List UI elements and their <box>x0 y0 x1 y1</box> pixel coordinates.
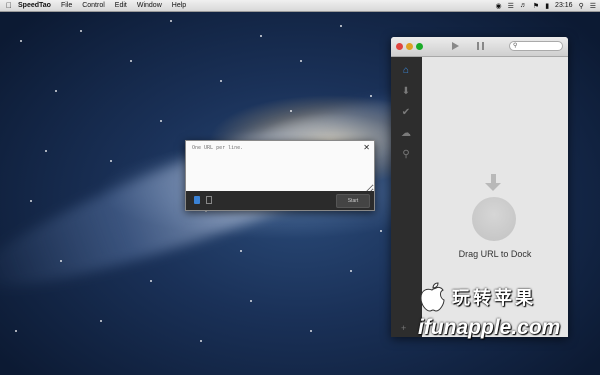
star <box>130 60 132 62</box>
star <box>45 150 47 152</box>
pause-icon[interactable] <box>477 42 484 50</box>
star <box>300 60 302 62</box>
titlebar: ⚲ <box>391 37 568 57</box>
star <box>60 260 62 262</box>
star <box>250 300 252 302</box>
apple-icon[interactable]:  <box>0 1 18 10</box>
checkmark-icon[interactable]: ✔ <box>400 107 412 119</box>
app-status-icon[interactable]: ◉ <box>496 2 502 10</box>
home-icon[interactable]: ⌂ <box>400 65 412 77</box>
close-window-button[interactable] <box>396 43 403 50</box>
star <box>110 160 112 162</box>
zoom-window-button[interactable] <box>416 43 423 50</box>
menubar:  SpeedTao File Control Edit Window Help… <box>0 0 600 12</box>
search-icon[interactable]: ⚲ <box>400 149 412 161</box>
star <box>20 40 22 42</box>
file-icon[interactable] <box>194 196 200 204</box>
app-menu[interactable]: SpeedTao <box>18 2 51 9</box>
search-input[interactable]: ⚲ <box>509 41 563 51</box>
star <box>150 280 152 282</box>
clock[interactable]: 23:16 <box>555 2 573 9</box>
dock-globe-icon <box>472 197 516 241</box>
star <box>340 25 342 27</box>
dialog-toolbar: Start <box>186 191 374 210</box>
watermark-chinese: 玩转苹果 <box>452 288 536 308</box>
menu-edit[interactable]: Edit <box>115 2 127 9</box>
menu-control[interactable]: Control <box>82 2 105 9</box>
star <box>310 330 312 332</box>
star <box>200 340 202 342</box>
status-area: ◉ ☰ ♬ ⚑ ▮ 23:16 ⚲ ☰ <box>496 0 596 11</box>
star <box>15 330 17 332</box>
star <box>220 80 222 82</box>
star <box>30 200 32 202</box>
watermark-apple-logo <box>420 282 445 312</box>
play-icon[interactable] <box>452 42 459 50</box>
battery-icon[interactable]: ▮ <box>545 2 549 10</box>
star <box>160 120 162 122</box>
watermark-url: ifunapple.com <box>418 316 561 339</box>
url-input[interactable] <box>186 141 374 193</box>
menu-window[interactable]: Window <box>137 2 162 9</box>
url-dialog: ✕ Start <box>185 140 375 211</box>
volume-icon[interactable]: ♬ <box>520 2 527 9</box>
star <box>100 320 102 322</box>
cloud-icon[interactable]: ☁ <box>400 128 412 140</box>
wifi-icon[interactable]: ☰ <box>508 2 514 10</box>
download-arrow-icon <box>485 174 501 191</box>
close-icon[interactable]: ✕ <box>363 143 370 152</box>
minimize-window-button[interactable] <box>406 43 413 50</box>
star <box>240 250 242 252</box>
menu-help[interactable]: Help <box>172 2 186 9</box>
menu-file[interactable]: File <box>61 2 72 9</box>
trash-icon[interactable] <box>206 196 212 204</box>
download-icon[interactable]: ⬇ <box>400 86 412 98</box>
add-icon[interactable]: + <box>401 323 406 333</box>
star <box>80 30 82 32</box>
star <box>290 110 292 112</box>
drop-label: Drag URL to Dock <box>458 249 532 259</box>
star <box>370 95 372 97</box>
star <box>260 35 262 37</box>
star <box>170 20 172 22</box>
list-icon[interactable]: ☰ <box>590 2 596 10</box>
star <box>55 90 57 92</box>
star <box>350 270 352 272</box>
star <box>380 230 382 232</box>
flag-icon[interactable]: ⚑ <box>533 2 539 10</box>
start-button[interactable]: Start <box>336 194 370 208</box>
search-icon[interactable]: ⚲ <box>579 2 584 10</box>
